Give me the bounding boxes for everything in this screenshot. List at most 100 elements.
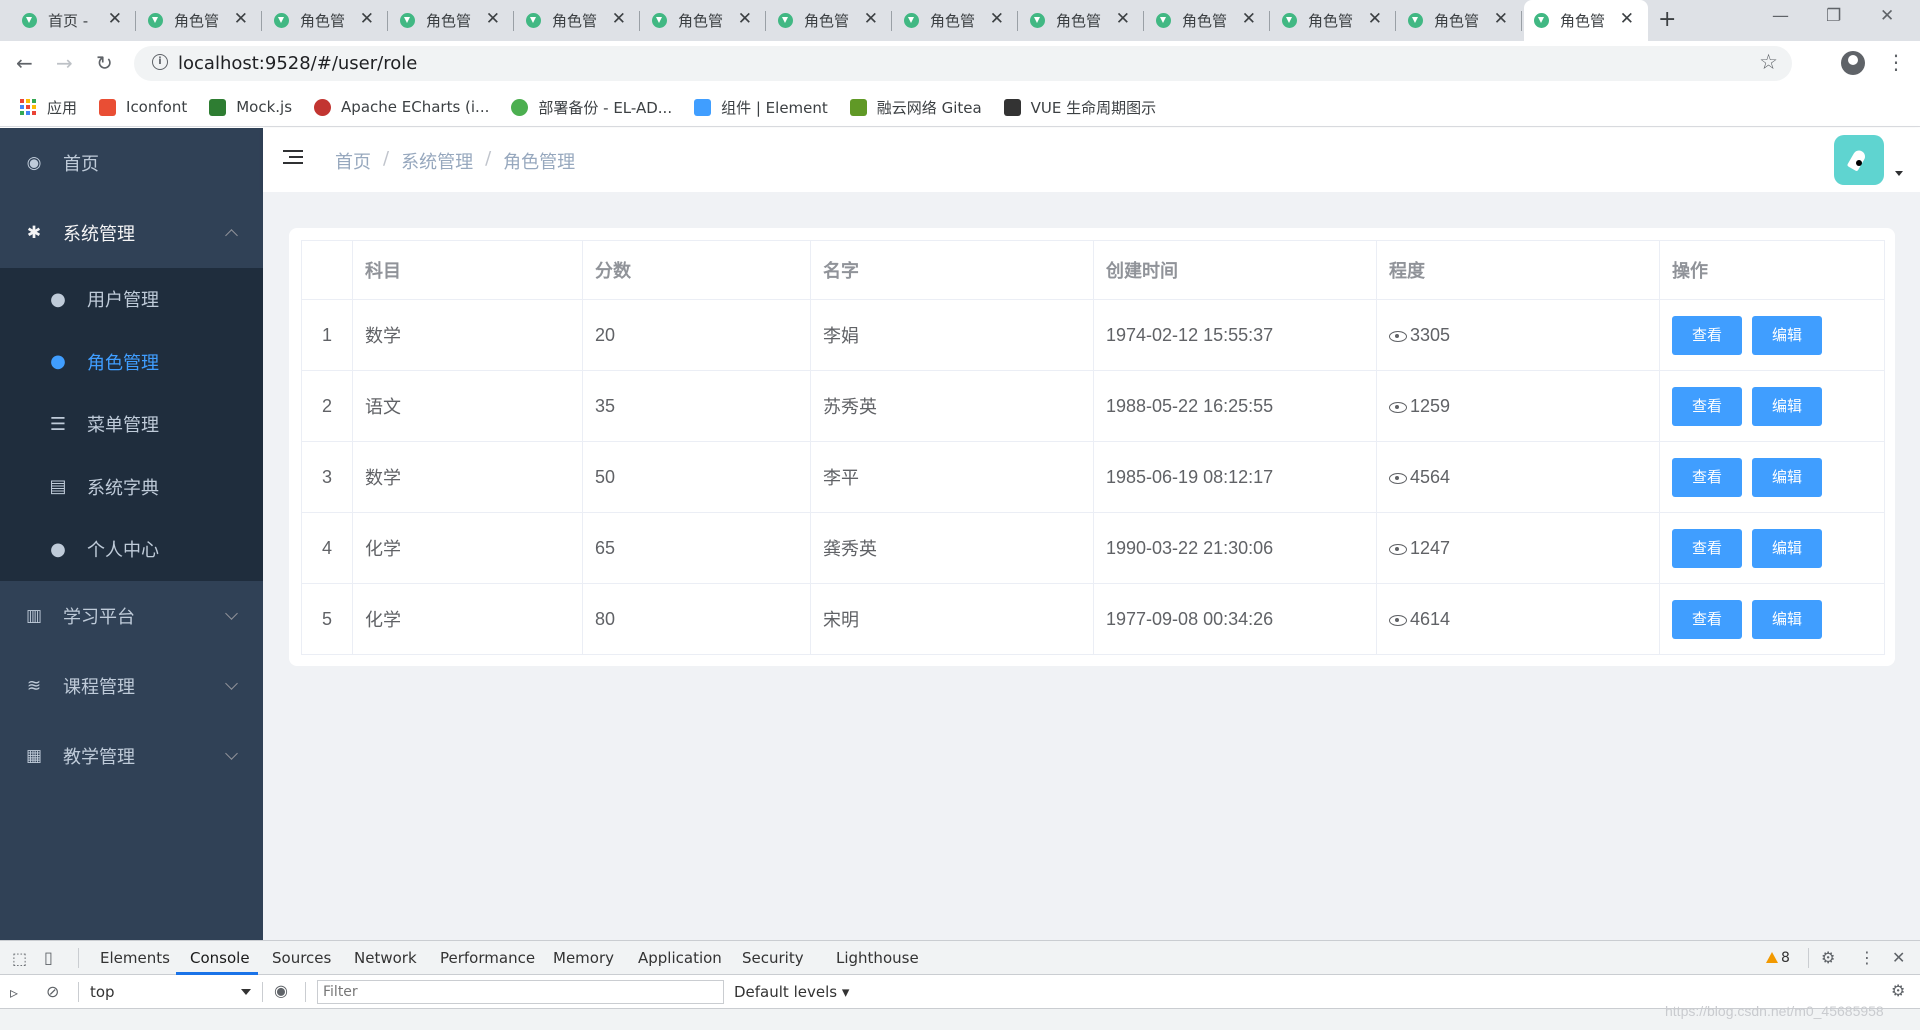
clear-console-icon[interactable]: ⊘: [46, 982, 59, 1001]
sidebar-subitem[interactable]: ● 个人中心: [0, 518, 263, 581]
url-field[interactable]: i localhost:9528/#/user/role ☆: [134, 46, 1792, 81]
minimize-icon[interactable]: —: [1772, 6, 1789, 26]
profile-avatar-icon[interactable]: [1841, 51, 1865, 75]
tab-close-icon[interactable]: ✕: [360, 9, 374, 29]
warnings-badge[interactable]: 8: [1766, 950, 1790, 966]
devtools-tab[interactable]: Sources: [272, 949, 331, 967]
edit-button[interactable]: 编辑: [1752, 386, 1822, 426]
bookmark-item[interactable]: 组件 | Element: [694, 97, 828, 118]
tab-close-icon[interactable]: ✕: [108, 9, 122, 29]
restore-icon[interactable]: ❐: [1826, 6, 1841, 26]
devtools-tab[interactable]: Network: [354, 949, 417, 967]
console-filter-input[interactable]: Filter: [317, 980, 724, 1004]
devtools-tab[interactable]: Memory: [553, 949, 614, 967]
browser-tab[interactable]: 角色管 ✕: [138, 0, 262, 41]
devtools-more-icon[interactable]: ⋮: [1859, 948, 1875, 967]
browser-tab[interactable]: 角色管 ✕: [1020, 0, 1144, 41]
submenu: ● 用户管理 ● 角色管理 ☰ 菜单管理 ▤ 系统字典 ● 个人中心: [0, 268, 263, 581]
bookmark-item[interactable]: 融云网络 Gitea: [849, 97, 982, 118]
sidebar-subitem[interactable]: ☰ 菜单管理: [0, 393, 263, 456]
sidebar-item[interactable]: ▥ 学习平台: [0, 581, 263, 651]
edit-button[interactable]: 编辑: [1752, 599, 1822, 639]
view-button[interactable]: 查看: [1672, 599, 1742, 639]
device-toolbar-icon[interactable]: ▯: [44, 948, 53, 967]
back-icon[interactable]: ←: [16, 51, 33, 75]
sidebar-subitem[interactable]: ▤ 系统字典: [0, 456, 263, 519]
browser-tab[interactable]: 角色管 ✕: [768, 0, 892, 41]
devtools-tab[interactable]: Elements: [100, 949, 170, 967]
tab-close-icon[interactable]: ✕: [1494, 9, 1508, 29]
sidebar-toggle-icon[interactable]: ▹: [10, 983, 18, 1002]
bookmark-item[interactable]: Apache ECharts (i...: [314, 98, 489, 116]
browser-tab[interactable]: 首页 - ✕: [12, 0, 136, 41]
reload-icon[interactable]: ↻: [96, 51, 113, 75]
browser-tab[interactable]: 角色管 ✕: [390, 0, 514, 41]
devtools-tab[interactable]: Lighthouse: [836, 949, 919, 967]
devtools-settings-icon[interactable]: ⚙: [1821, 948, 1835, 967]
window-close-icon[interactable]: ✕: [1880, 6, 1894, 26]
bookmark-item[interactable]: 应用: [20, 97, 77, 118]
console-settings-icon[interactable]: ⚙: [1891, 981, 1905, 1000]
breadcrumb-system[interactable]: 系统管理: [401, 148, 473, 174]
breadcrumb-home[interactable]: 首页: [335, 148, 371, 174]
sidebar-item[interactable]: ≋ 课程管理: [0, 651, 263, 721]
avatar-dropdown-icon[interactable]: [1895, 171, 1903, 176]
new-tab-button[interactable]: +: [1658, 7, 1676, 32]
browser-tab[interactable]: 角色管 ✕: [1398, 0, 1522, 41]
sidebar-item[interactable]: ◉ 首页: [0, 128, 263, 198]
sidebar-subitem[interactable]: ● 角色管理: [0, 331, 263, 394]
tab-close-icon[interactable]: ✕: [234, 9, 248, 29]
view-button[interactable]: 查看: [1672, 528, 1742, 568]
devtools-tab[interactable]: Security: [742, 949, 804, 967]
browser-tab[interactable]: 角色管 ✕: [642, 0, 766, 41]
sidebar-item[interactable]: ✱ 系统管理: [0, 198, 263, 268]
browser-tab[interactable]: 角色管 ✕: [1272, 0, 1396, 41]
bookmark-item[interactable]: Mock.js: [209, 98, 292, 116]
live-expression-eye-icon[interactable]: ◉: [274, 981, 288, 1000]
browser-menu-icon[interactable]: ⋮: [1886, 50, 1906, 74]
iconfont-icon: [99, 98, 117, 116]
browser-tab[interactable]: 角色管 ✕: [1146, 0, 1270, 41]
tab-close-icon[interactable]: ✕: [1368, 9, 1382, 29]
view-button[interactable]: 查看: [1672, 386, 1742, 426]
devtools-close-icon[interactable]: ✕: [1892, 948, 1905, 967]
sidebar-subitem[interactable]: ● 用户管理: [0, 268, 263, 331]
tab-close-icon[interactable]: ✕: [990, 9, 1004, 29]
tab-close-icon[interactable]: ✕: [486, 9, 500, 29]
bookmark-item[interactable]: Iconfont: [99, 98, 187, 116]
view-button[interactable]: 查看: [1672, 457, 1742, 497]
edit-button[interactable]: 编辑: [1752, 457, 1822, 497]
context-select[interactable]: top: [90, 983, 115, 1001]
view-button[interactable]: 查看: [1672, 315, 1742, 355]
tab-close-icon[interactable]: ✕: [864, 9, 878, 29]
devtools-tab[interactable]: Application: [638, 949, 722, 967]
devtools-tab[interactable]: Console: [190, 949, 250, 967]
tab-close-icon[interactable]: ✕: [738, 9, 752, 29]
edit-button[interactable]: 编辑: [1752, 315, 1822, 355]
sidebar-item[interactable]: ▦ 教学管理: [0, 721, 263, 791]
browser-tab[interactable]: 角色管 ✕: [1524, 0, 1648, 41]
tab-close-icon[interactable]: ✕: [612, 9, 626, 29]
log-levels-dropdown[interactable]: Default levels ▾: [734, 983, 849, 1001]
url-text: localhost:9528/#/user/role: [178, 53, 418, 74]
context-dropdown-icon[interactable]: [241, 989, 251, 995]
inspect-element-icon[interactable]: ⬚: [12, 949, 27, 968]
browser-tab[interactable]: 角色管 ✕: [516, 0, 640, 41]
tab-close-icon[interactable]: ✕: [1242, 9, 1256, 29]
tab-close-icon[interactable]: ✕: [1620, 9, 1634, 29]
site-info-icon[interactable]: i: [152, 54, 168, 70]
bookmark-item[interactable]: 部署备份 - EL-AD...: [511, 97, 672, 118]
tab-title: 角色管: [678, 12, 724, 30]
bookmark-star-icon[interactable]: ☆: [1759, 50, 1778, 74]
browser-tab[interactable]: 角色管 ✕: [894, 0, 1018, 41]
devtools-tab[interactable]: Performance: [440, 949, 535, 967]
subject-cell: 化学: [352, 512, 583, 584]
navbar: 首页 / 系统管理 / 角色管理: [263, 128, 1920, 192]
hamburger-icon[interactable]: [283, 150, 303, 168]
forward-icon[interactable]: →: [56, 51, 73, 75]
browser-tab[interactable]: 角色管 ✕: [264, 0, 388, 41]
edit-button[interactable]: 编辑: [1752, 528, 1822, 568]
tab-close-icon[interactable]: ✕: [1116, 9, 1130, 29]
user-avatar[interactable]: [1834, 135, 1884, 185]
bookmark-item[interactable]: VUE 生命周期图示: [1003, 97, 1156, 118]
